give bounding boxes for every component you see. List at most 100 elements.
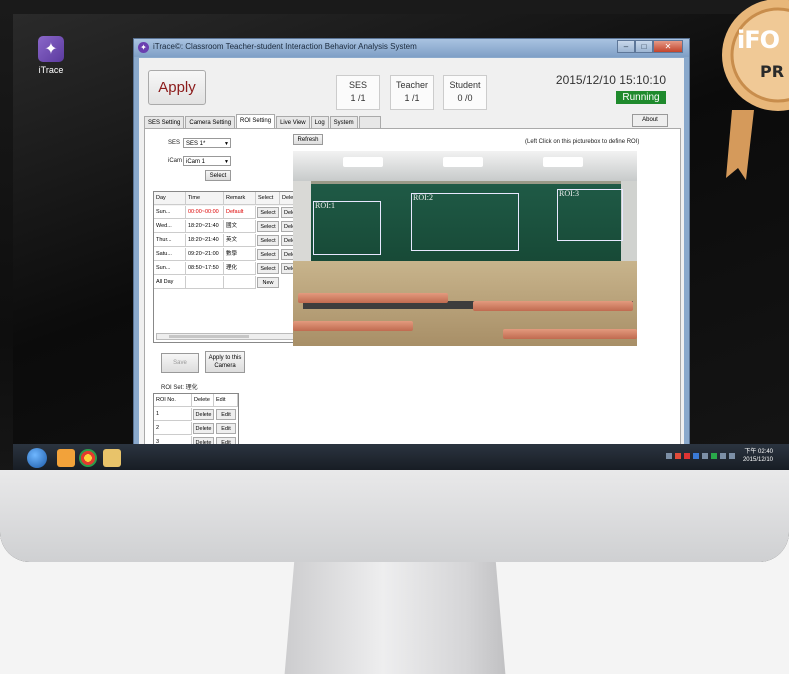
chrome-icon[interactable] <box>79 449 97 467</box>
badge-text-line1: iFO <box>737 26 780 54</box>
table-row[interactable]: Sun... 00:00~00:00 Default Select Delete <box>154 206 296 220</box>
day-cell[interactable]: Sun... <box>154 206 186 219</box>
roi-edit-button[interactable]: Edit <box>216 423 236 434</box>
teacher-stat-value: 1 /1 <box>404 93 420 103</box>
remark-cell[interactable]: 數學 <box>224 248 256 261</box>
time-cell[interactable]: 18:20~21:40 <box>186 234 224 247</box>
day-cell[interactable]: Sun... <box>154 262 186 275</box>
remark-cell[interactable]: Default <box>224 206 256 219</box>
row-select-button[interactable]: Select <box>257 221 279 232</box>
close-button[interactable]: ✕ <box>653 40 683 53</box>
tray-icon[interactable] <box>675 453 681 459</box>
time-cell[interactable]: 09:20~21:00 <box>186 248 224 261</box>
day-cell[interactable]: Thur... <box>154 234 186 247</box>
apply-button[interactable]: Apply <box>148 70 206 105</box>
roi-delete-button[interactable]: Delete <box>193 423 214 434</box>
desk-row <box>503 329 637 339</box>
ses-stat: SES 1 /1 <box>336 75 380 110</box>
table-row[interactable]: Sun... 08:50~17:50 理化 Select Delete <box>154 262 296 276</box>
new-time-cell[interactable] <box>186 276 224 289</box>
tray-icon[interactable] <box>666 453 672 459</box>
row-select-button[interactable]: Select <box>257 207 279 218</box>
roi-edit-button[interactable]: Edit <box>216 409 236 420</box>
day-value: Sun... <box>156 265 171 271</box>
camera-picturebox[interactable]: ROI:1 ROI:2 ROI:3 <box>293 151 637 346</box>
maximize-button[interactable]: □ <box>635 40 653 53</box>
explorer-folder-icon[interactable] <box>103 449 121 467</box>
remark-cell[interactable]: 理化 <box>224 262 256 275</box>
desk-row <box>473 301 633 311</box>
day-value: Sun... <box>156 209 171 215</box>
table-row[interactable]: 1 Delete Edit <box>154 408 238 422</box>
row-select-button[interactable]: Select <box>257 235 279 246</box>
table-row[interactable]: 2 Delete Edit <box>154 422 238 436</box>
icam-dropdown[interactable]: iCam 1 ▼ <box>183 156 231 166</box>
new-schedule-row[interactable]: All Day New <box>154 276 296 290</box>
student-stat-value: 0 /0 <box>457 93 473 103</box>
new-remark-cell[interactable] <box>224 276 256 289</box>
remark-cell[interactable]: 英文 <box>224 234 256 247</box>
roi-hint-text: (Left Click on this picturebox to define… <box>525 139 640 145</box>
desk-row <box>293 321 413 331</box>
row-select-button[interactable]: Select <box>257 249 279 260</box>
tab-roi-setting[interactable]: ROI Setting <box>236 114 276 129</box>
roi-box-1[interactable]: ROI:1 <box>313 201 381 255</box>
select-camera-button[interactable]: Select <box>205 170 231 181</box>
day-cell[interactable]: Wed... <box>154 220 186 233</box>
desktop-icon-label: iTrace <box>38 65 64 75</box>
app-window: ✦ iTrace©: Classroom Teacher-student Int… <box>133 38 690 465</box>
row-select-button[interactable]: Select <box>257 263 279 274</box>
roi-delete-button[interactable]: Delete <box>193 409 214 420</box>
header-roi-edit: Edit <box>214 394 238 407</box>
monitor-chin <box>0 470 789 562</box>
tray-icon[interactable] <box>720 453 726 459</box>
ses-dropdown[interactable]: SES 1* ▼ <box>183 138 231 148</box>
header-roi-delete: Delete <box>192 394 214 407</box>
title-bar[interactable]: ✦ iTrace©: Classroom Teacher-student Int… <box>134 39 689 57</box>
new-schedule-button[interactable]: New <box>257 277 279 288</box>
roi-box-3-label: ROI:3 <box>559 189 579 198</box>
horizontal-scrollbar[interactable] <box>156 333 294 340</box>
status-badge: Running <box>616 91 666 104</box>
time-cell[interactable]: 08:50~17:50 <box>186 262 224 275</box>
tray-icon[interactable] <box>693 453 699 459</box>
desktop-icon-itrace[interactable]: ✦ iTrace <box>29 36 73 75</box>
header-select: Select <box>256 192 280 205</box>
roi-setting-panel: SES SES 1* ▼ iCam iCam 1 ▼ Select Day Ti… <box>144 128 681 465</box>
taskbar-app-icon[interactable] <box>57 449 75 467</box>
datetime-display: 2015/12/10 15:10:10 <box>555 73 666 87</box>
refresh-button[interactable]: Refresh <box>293 134 323 145</box>
roi-box-2[interactable]: ROI:2 <box>411 193 519 251</box>
student-stat: Student 0 /0 <box>443 75 487 110</box>
tray-icon[interactable] <box>684 453 690 459</box>
scrollbar-thumb[interactable] <box>169 335 249 338</box>
icam-dropdown-value: iCam 1 <box>186 159 206 165</box>
minimize-button[interactable]: – <box>617 40 635 53</box>
save-button[interactable]: Save <box>161 353 199 373</box>
tray-icon[interactable] <box>702 453 708 459</box>
remark-cell[interactable]: 國文 <box>224 220 256 233</box>
taskbar-clock[interactable]: 下午 02:40 2015/12/10 <box>743 448 773 464</box>
roi-box-3[interactable]: ROI:3 <box>557 189 623 241</box>
time-cell[interactable]: 18:20~21:40 <box>186 220 224 233</box>
new-day-dropdown[interactable]: All Day <box>154 276 186 289</box>
ceiling-light <box>543 157 583 167</box>
chevron-down-icon: ▼ <box>224 159 229 165</box>
ses-stat-value: 1 /1 <box>350 93 366 103</box>
apply-to-camera-button[interactable]: Apply to this Camera <box>205 351 245 373</box>
day-value: Thur... <box>156 237 172 243</box>
tray-icon[interactable] <box>729 453 735 459</box>
about-button[interactable]: About <box>632 114 668 127</box>
table-row[interactable]: Satu... 09:20~21:00 數學 Select Delete <box>154 248 296 262</box>
ceiling-light <box>343 157 383 167</box>
start-button-icon[interactable] <box>27 448 47 468</box>
table-row[interactable]: Thur... 18:20~21:40 英文 Select Delete <box>154 234 296 248</box>
ses-label: SES <box>168 140 181 146</box>
monitor-stand <box>284 562 506 674</box>
time-cell[interactable]: 00:00~00:00 <box>186 206 224 219</box>
clock-time: 下午 02:40 <box>744 449 773 455</box>
tray-icon[interactable] <box>711 453 717 459</box>
day-cell[interactable]: Satu... <box>154 248 186 261</box>
table-row[interactable]: Wed... 18:20~21:40 國文 Select Delete <box>154 220 296 234</box>
header-time: Time <box>186 192 224 205</box>
